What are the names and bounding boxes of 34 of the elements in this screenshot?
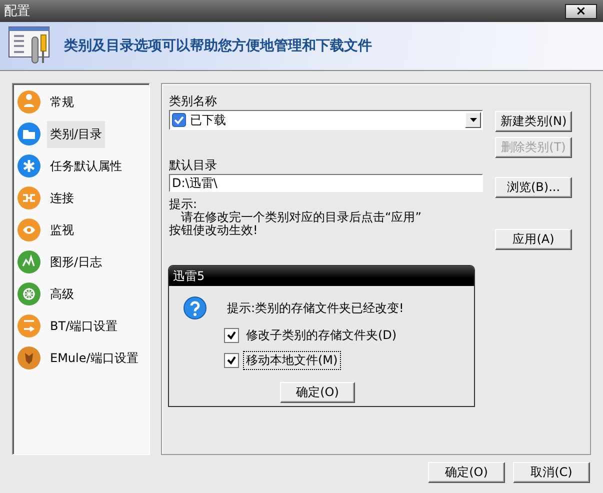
window-title: 配置 [4,3,30,20]
field-label: 类别名称 [169,93,218,110]
cancel-button[interactable]: 取消(C) [513,462,590,483]
field-label: 默认目录 [169,157,218,174]
ok-button[interactable]: 确定(O) [280,382,355,403]
sidebar-item[interactable]: 高级 [47,280,77,308]
header-text: 类别及目录选项可以帮助您方便地管理和下载文件 [64,37,372,55]
sidebar-item[interactable]: 图形/日志 [47,248,106,276]
new-category-button[interactable]: 新建类别(N) [495,111,572,132]
sidebar-item[interactable]: 连接 [47,184,77,212]
sidebar-item[interactable]: BT/端口设置 [47,312,121,340]
hint-title: 提示: [169,198,198,211]
sidebar-item[interactable]: EMule/端口设置 [47,344,142,372]
hint-text: 请在修改完一个类别对应的目录后点击“应用” [180,211,422,224]
directory-field[interactable]: D:\迅雷\ [169,174,483,192]
help-icon [183,296,207,320]
sidebar-item[interactable]: 监视 [47,216,77,244]
checkbox[interactable] [224,328,239,343]
close-button[interactable]: × [565,4,597,18]
checked-icon [172,113,186,127]
category-dropdown[interactable]: 已下载 [169,110,483,130]
sidebar-item[interactable]: 任务默认属性 [47,152,125,180]
sidebar-item[interactable]: 常规 [47,88,77,116]
dropdown-arrow-icon [470,118,476,122]
checkbox-label[interactable]: 移动本地文件(M) [243,351,341,370]
dialog-title: 迅雷5 [169,266,474,286]
dialog-message: 提示:类别的存储文件夹已经改变! [227,300,404,316]
browse-button[interactable]: 浏览(B)... [495,177,572,198]
sidebar-item[interactable]: 类别/目录 [47,120,106,148]
checkbox-label[interactable]: 修改子类别的存储文件夹(D) [243,326,400,345]
ok-button[interactable]: 确定(O) [428,462,505,483]
checkbox[interactable] [224,353,239,368]
hint-text: 按钮使改动生效! [169,224,259,237]
apply-button[interactable]: 应用(A) [495,229,572,250]
